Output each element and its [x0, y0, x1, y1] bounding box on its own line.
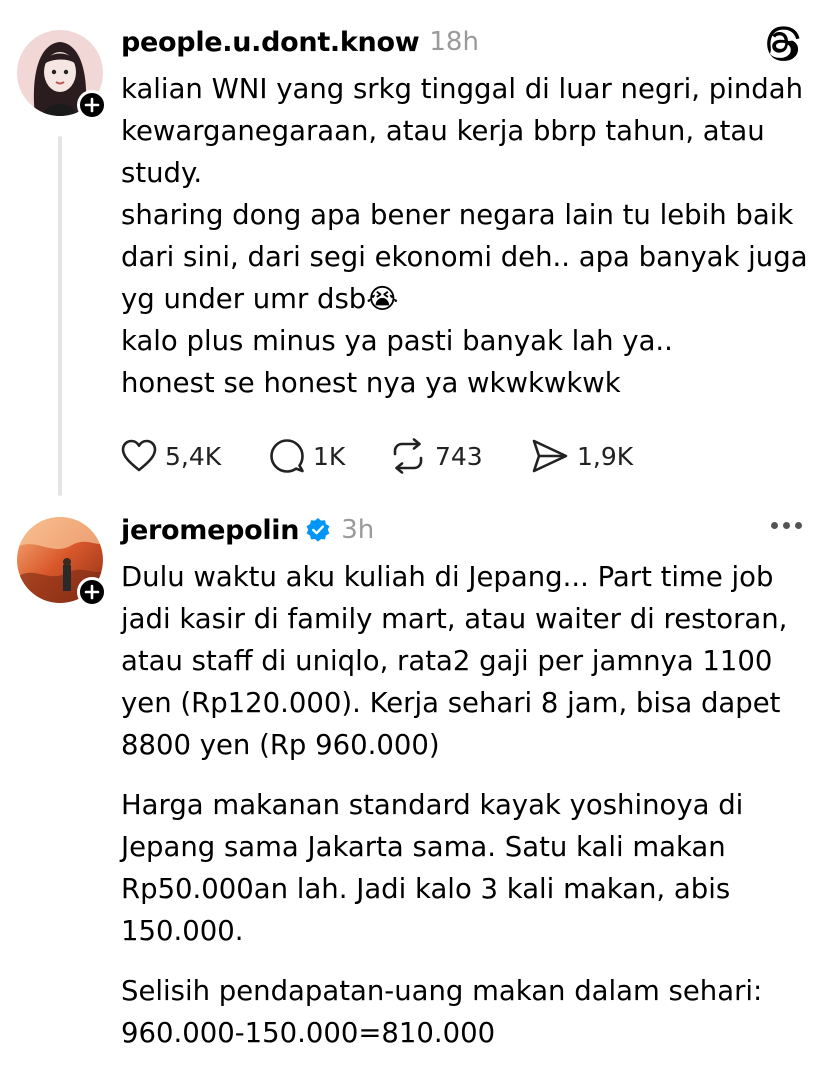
repost-button[interactable]: 743 — [389, 436, 483, 476]
post-2-paragraph: Dulu waktu aku kuliah di Jepang... Part … — [121, 561, 788, 761]
share-button[interactable]: 1,9K — [531, 436, 633, 476]
like-button[interactable]: 5,4K — [121, 436, 221, 476]
avatar-jeromepolin[interactable] — [17, 517, 107, 607]
post-time: 18h — [429, 27, 479, 57]
post-2-paragraph: Selisih pendapatan-uang makan dalam seha… — [121, 975, 763, 1049]
send-icon — [532, 439, 568, 473]
repost-count: 743 — [435, 441, 483, 471]
comment-icon — [270, 439, 304, 473]
heart-icon — [121, 439, 157, 472]
username[interactable]: jeromepolin — [121, 515, 299, 546]
more-icon[interactable] — [771, 522, 802, 529]
share-count: 1,9K — [577, 441, 634, 471]
repost-icon — [393, 438, 423, 474]
verified-badge-icon — [305, 517, 331, 543]
post-1-header: people.u.dont.know 18h — [121, 22, 479, 62]
post-2-body: Dulu waktu aku kuliah di Jepang... Part … — [121, 556, 811, 1054]
threads-icon[interactable] — [766, 26, 800, 66]
post-1-paragraph: kalian WNI yang srkg tinggal di luar neg… — [121, 73, 804, 189]
follow-plus-icon[interactable] — [77, 90, 107, 120]
avatar-people-u-dont-know[interactable] — [17, 30, 107, 120]
thread-connector-line — [58, 136, 62, 496]
post-1-body: kalian WNI yang srkg tinggal di luar neg… — [121, 68, 811, 404]
reply-button[interactable]: 1K — [269, 436, 345, 476]
like-count: 5,4K — [165, 441, 222, 471]
post-1-paragraph: honest se honest nya ya wkwkwkwk — [121, 367, 621, 399]
post-1-paragraph: kalo plus minus ya pasti banyak lah ya.. — [121, 325, 673, 357]
post-time: 3h — [341, 515, 375, 545]
post-2-header: jeromepolin 3h — [121, 510, 374, 550]
post-2-paragraph: Harga makanan standard kayak yoshinoya d… — [121, 789, 744, 947]
follow-plus-icon[interactable] — [77, 577, 107, 607]
reply-count: 1K — [313, 441, 346, 471]
post-1-paragraph: sharing dong apa bener negara lain tu le… — [121, 199, 808, 315]
username[interactable]: people.u.dont.know — [121, 27, 420, 58]
